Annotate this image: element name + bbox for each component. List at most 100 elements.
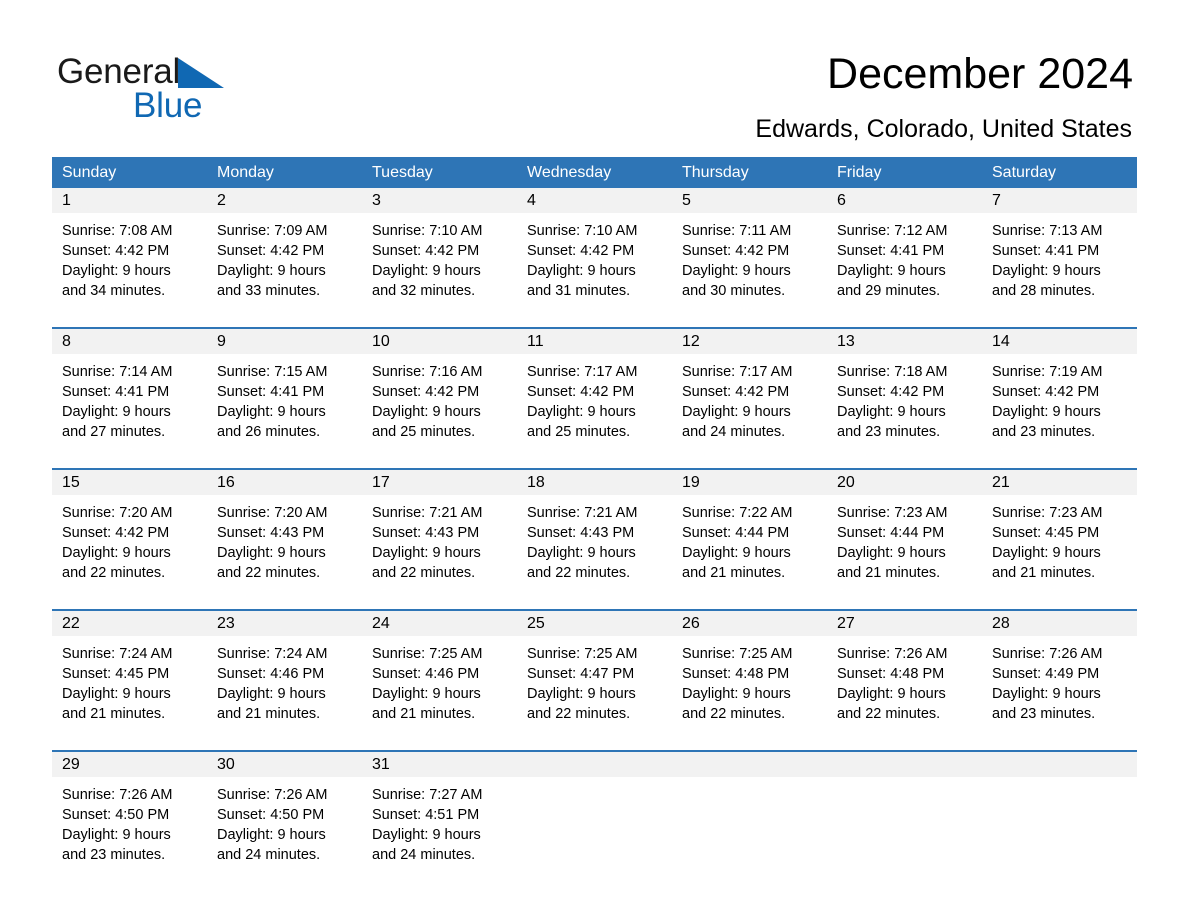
day-number[interactable]: 18 xyxy=(517,470,672,495)
daylight-text-line1: Daylight: 9 hours xyxy=(62,686,171,702)
day-cell[interactable]: Sunrise: 7:10 AM Sunset: 4:42 PM Dayligh… xyxy=(362,213,517,317)
sunrise-text: Sunrise: 7:21 AM xyxy=(372,505,483,521)
daylight-text-line1: Daylight: 9 hours xyxy=(837,545,946,561)
day-cell[interactable]: Sunrise: 7:17 AM Sunset: 4:42 PM Dayligh… xyxy=(672,354,827,458)
daylight-text-line1: Daylight: 9 hours xyxy=(992,263,1101,279)
generalblue-logo[interactable]: General Blue xyxy=(57,52,387,132)
week-number-band: 22 23 24 25 26 27 28 xyxy=(52,611,1137,636)
day-cell[interactable]: Sunrise: 7:25 AM Sunset: 4:46 PM Dayligh… xyxy=(362,636,517,740)
day-number[interactable]: 5 xyxy=(672,188,827,213)
day-number[interactable]: 1 xyxy=(52,188,207,213)
day-number[interactable]: 3 xyxy=(362,188,517,213)
day-cell[interactable]: Sunrise: 7:16 AM Sunset: 4:42 PM Dayligh… xyxy=(362,354,517,458)
day-number[interactable]: 31 xyxy=(362,752,517,777)
sunrise-text: Sunrise: 7:26 AM xyxy=(992,646,1103,662)
day-number[interactable]: 4 xyxy=(517,188,672,213)
daylight-text-line2: and 23 minutes. xyxy=(992,424,1096,440)
weekday-header-row: Sunday Monday Tuesday Wednesday Thursday… xyxy=(52,157,1137,188)
weekday-friday: Friday xyxy=(837,164,882,181)
weekday-wednesday: Wednesday xyxy=(527,164,612,181)
sunset-text: Sunset: 4:42 PM xyxy=(62,243,170,259)
day-cell[interactable]: Sunrise: 7:18 AM Sunset: 4:42 PM Dayligh… xyxy=(827,354,982,458)
day-number[interactable]: 10 xyxy=(362,329,517,354)
weekday-thursday: Thursday xyxy=(682,164,749,181)
day-number[interactable]: 14 xyxy=(982,329,1137,354)
day-cell[interactable]: Sunrise: 7:23 AM Sunset: 4:44 PM Dayligh… xyxy=(827,495,982,599)
day-cell[interactable]: Sunrise: 7:14 AM Sunset: 4:41 PM Dayligh… xyxy=(52,354,207,458)
daylight-text-line2: and 21 minutes. xyxy=(217,706,321,722)
day-cell[interactable]: Sunrise: 7:11 AM Sunset: 4:42 PM Dayligh… xyxy=(672,213,827,317)
day-number[interactable]: 24 xyxy=(362,611,517,636)
day-cell[interactable]: Sunrise: 7:21 AM Sunset: 4:43 PM Dayligh… xyxy=(517,495,672,599)
sunrise-text: Sunrise: 7:26 AM xyxy=(62,787,173,803)
day-number[interactable]: 29 xyxy=(52,752,207,777)
day-cell[interactable]: Sunrise: 7:26 AM Sunset: 4:50 PM Dayligh… xyxy=(207,777,362,881)
day-number-empty xyxy=(517,752,672,777)
day-cell[interactable]: Sunrise: 7:21 AM Sunset: 4:43 PM Dayligh… xyxy=(362,495,517,599)
weekday-tuesday: Tuesday xyxy=(372,164,433,181)
sunset-text: Sunset: 4:44 PM xyxy=(682,525,790,541)
calendar-table: Sunday Monday Tuesday Wednesday Thursday… xyxy=(52,157,1137,881)
day-number-empty xyxy=(672,752,827,777)
day-number[interactable]: 11 xyxy=(517,329,672,354)
day-cell[interactable]: Sunrise: 7:19 AM Sunset: 4:42 PM Dayligh… xyxy=(982,354,1137,458)
day-number[interactable]: 20 xyxy=(827,470,982,495)
day-cell[interactable]: Sunrise: 7:25 AM Sunset: 4:47 PM Dayligh… xyxy=(517,636,672,740)
daylight-text-line1: Daylight: 9 hours xyxy=(527,263,636,279)
day-number[interactable]: 12 xyxy=(672,329,827,354)
day-number[interactable]: 15 xyxy=(52,470,207,495)
sunset-text: Sunset: 4:50 PM xyxy=(62,807,170,823)
day-number[interactable]: 21 xyxy=(982,470,1137,495)
day-cell[interactable]: Sunrise: 7:13 AM Sunset: 4:41 PM Dayligh… xyxy=(982,213,1137,317)
day-cell[interactable]: Sunrise: 7:09 AM Sunset: 4:42 PM Dayligh… xyxy=(207,213,362,317)
day-cell[interactable]: Sunrise: 7:20 AM Sunset: 4:42 PM Dayligh… xyxy=(52,495,207,599)
day-number[interactable]: 30 xyxy=(207,752,362,777)
day-cell[interactable]: Sunrise: 7:08 AM Sunset: 4:42 PM Dayligh… xyxy=(52,213,207,317)
day-cell[interactable]: Sunrise: 7:27 AM Sunset: 4:51 PM Dayligh… xyxy=(362,777,517,881)
sunrise-text: Sunrise: 7:17 AM xyxy=(527,364,638,380)
day-cell[interactable]: Sunrise: 7:26 AM Sunset: 4:50 PM Dayligh… xyxy=(52,777,207,881)
day-number[interactable]: 2 xyxy=(207,188,362,213)
day-number[interactable]: 8 xyxy=(52,329,207,354)
day-cell[interactable]: Sunrise: 7:26 AM Sunset: 4:48 PM Dayligh… xyxy=(827,636,982,740)
day-number[interactable]: 16 xyxy=(207,470,362,495)
day-cell[interactable]: Sunrise: 7:24 AM Sunset: 4:45 PM Dayligh… xyxy=(52,636,207,740)
day-cell[interactable]: Sunrise: 7:12 AM Sunset: 4:41 PM Dayligh… xyxy=(827,213,982,317)
day-cell[interactable]: Sunrise: 7:24 AM Sunset: 4:46 PM Dayligh… xyxy=(207,636,362,740)
day-number[interactable]: 17 xyxy=(362,470,517,495)
daylight-text-line2: and 33 minutes. xyxy=(217,283,321,299)
sunrise-text: Sunrise: 7:23 AM xyxy=(992,505,1103,521)
day-cell[interactable]: Sunrise: 7:26 AM Sunset: 4:49 PM Dayligh… xyxy=(982,636,1137,740)
day-number[interactable]: 26 xyxy=(672,611,827,636)
day-number[interactable]: 9 xyxy=(207,329,362,354)
daylight-text-line2: and 23 minutes. xyxy=(62,847,166,863)
day-cell-empty xyxy=(517,777,672,881)
sunset-text: Sunset: 4:42 PM xyxy=(372,243,480,259)
day-cell-empty xyxy=(827,777,982,881)
sunset-text: Sunset: 4:45 PM xyxy=(992,525,1100,541)
sunset-text: Sunset: 4:42 PM xyxy=(217,243,325,259)
day-cell[interactable]: Sunrise: 7:23 AM Sunset: 4:45 PM Dayligh… xyxy=(982,495,1137,599)
day-number[interactable]: 6 xyxy=(827,188,982,213)
daylight-text-line1: Daylight: 9 hours xyxy=(372,404,481,420)
day-number[interactable]: 28 xyxy=(982,611,1137,636)
day-cell[interactable]: Sunrise: 7:15 AM Sunset: 4:41 PM Dayligh… xyxy=(207,354,362,458)
day-number[interactable]: 13 xyxy=(827,329,982,354)
page-header: General Blue December 2024 Edwards, Colo… xyxy=(0,0,1188,155)
day-number[interactable]: 25 xyxy=(517,611,672,636)
daylight-text-line2: and 34 minutes. xyxy=(62,283,166,299)
day-number[interactable]: 7 xyxy=(982,188,1137,213)
day-number[interactable]: 23 xyxy=(207,611,362,636)
day-cell[interactable]: Sunrise: 7:22 AM Sunset: 4:44 PM Dayligh… xyxy=(672,495,827,599)
day-cell[interactable]: Sunrise: 7:17 AM Sunset: 4:42 PM Dayligh… xyxy=(517,354,672,458)
day-number[interactable]: 19 xyxy=(672,470,827,495)
daylight-text-line2: and 26 minutes. xyxy=(217,424,321,440)
sunrise-text: Sunrise: 7:18 AM xyxy=(837,364,948,380)
sunset-text: Sunset: 4:42 PM xyxy=(992,384,1100,400)
day-cell[interactable]: Sunrise: 7:10 AM Sunset: 4:42 PM Dayligh… xyxy=(517,213,672,317)
day-number[interactable]: 22 xyxy=(52,611,207,636)
day-number[interactable]: 27 xyxy=(827,611,982,636)
day-cell[interactable]: Sunrise: 7:25 AM Sunset: 4:48 PM Dayligh… xyxy=(672,636,827,740)
day-cell[interactable]: Sunrise: 7:20 AM Sunset: 4:43 PM Dayligh… xyxy=(207,495,362,599)
day-number-empty xyxy=(982,752,1137,777)
